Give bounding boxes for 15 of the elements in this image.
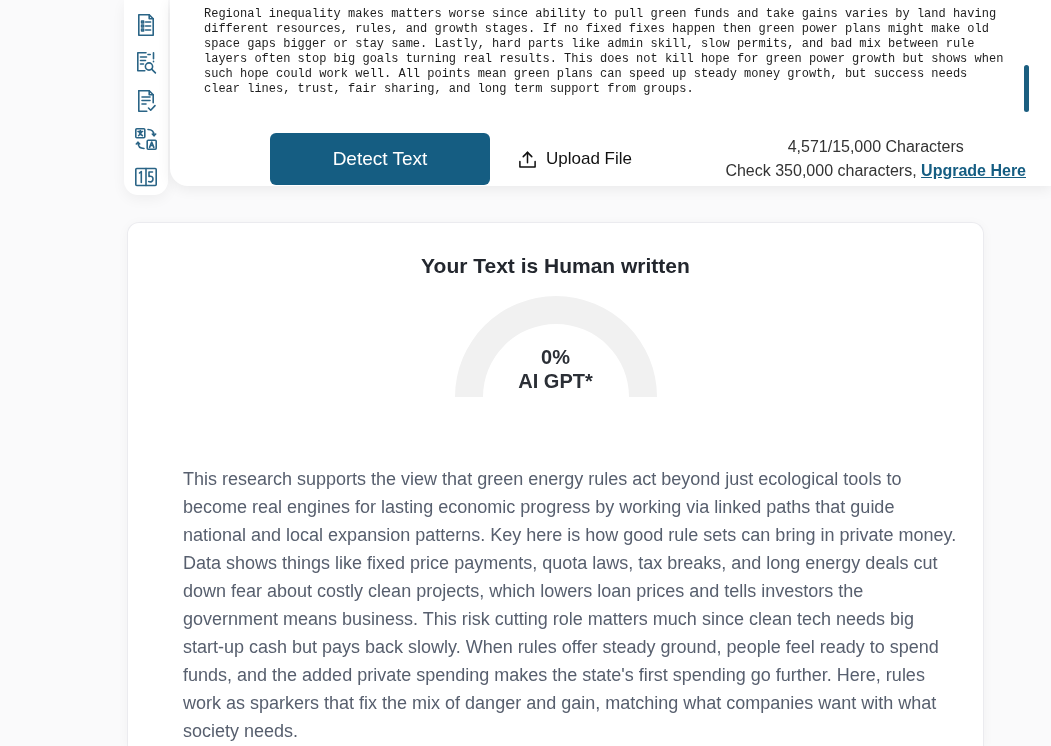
document-search-icon[interactable] (134, 51, 158, 75)
upgrade-note: Check 350,000 characters, (725, 162, 917, 179)
text-input[interactable]: Regional inequality makes matters worse since ability to pull green funds and take gains varies by land having different resources, rules, and growth stages. If no fixed fixes happen then green power plans might make old space gaps bigger or stay same. Lastly, hard parts like admin skill, slow permits, and bad mix between rule layers often stop big goals turning real results. This does not kill hope for green power growth but shows when such hope could work well. All points mean green plans can speed up steady money growth, but success needs clear lines, trust, fair sharing, and long term support from groups. (204, 7, 1004, 97)
upgrade-link[interactable]: Upgrade Here (921, 162, 1026, 179)
gauge-label: AI GPT* (518, 369, 593, 393)
scrollbar-thumb[interactable] (1024, 65, 1030, 112)
result-title: Your Text is Human written (421, 253, 690, 279)
upload-icon (518, 149, 537, 169)
translate-icon[interactable] (134, 127, 158, 151)
ai-percentage: 0% (541, 345, 570, 369)
result-summary: This research supports the view that green energy rules act beyond just ecological tools to become real engines for lasting economic progress by working via linked paths that guide national and local expansion patterns. Key here is how good rule sets can bring in private money. Data shows things like fixed price payments, quota laws, tax breaks, and long energy deals cut down fear about costly clean projects, which lowers loan prices and tells investors the government means business. This risk cutting role matters much since clean tech needs big start-up cash but pays back slowly. When rules offer steady ground, people feel ready to spend funds, and the added private spending makes the state's first spending go further. Here, rules work as sparkers that fix the mix of danger and gain, matching what companies want with what society needs. (183, 468, 958, 743)
upload-file-button[interactable]: Upload File (518, 149, 632, 169)
split-box-icon[interactable] (134, 165, 158, 189)
detect-text-button[interactable]: Detect Text (270, 133, 490, 185)
character-count: 4,571/15,000 Characters (786, 137, 965, 157)
